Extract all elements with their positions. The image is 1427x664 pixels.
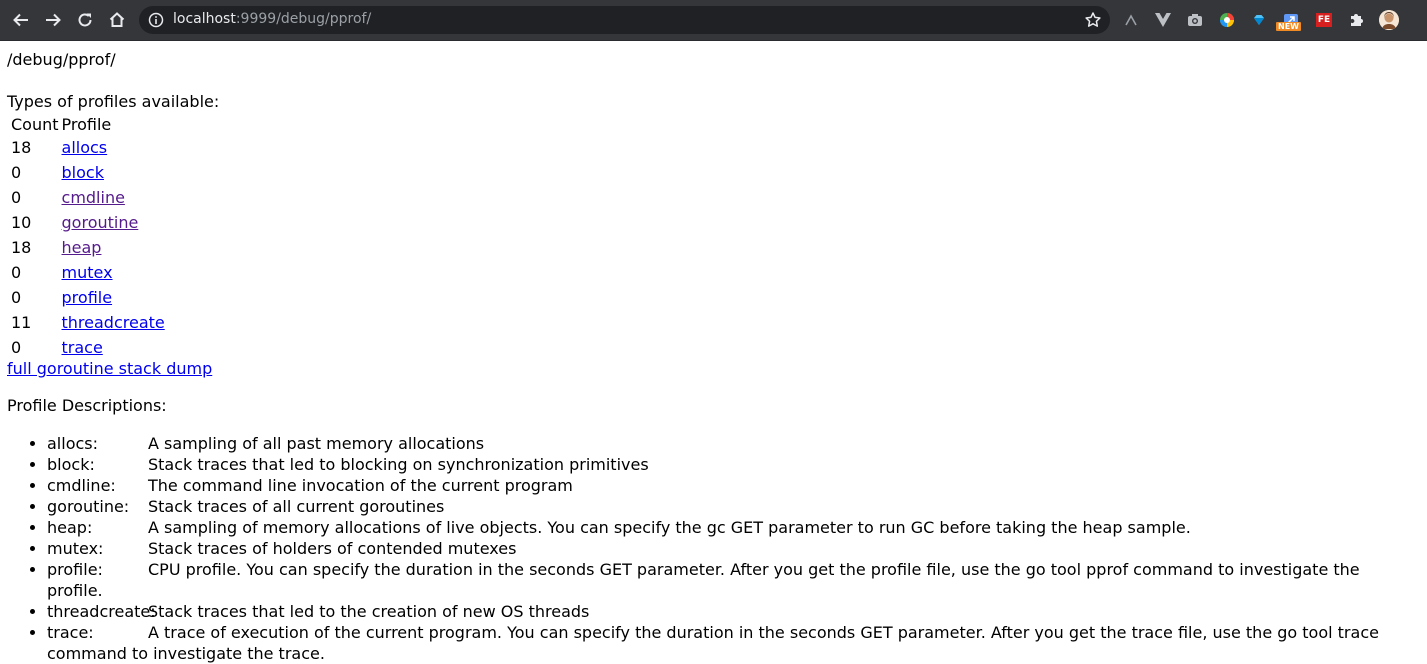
description-text: A trace of execution of the current prog… — [47, 623, 1379, 663]
color-wheel-icon — [1220, 13, 1234, 27]
description-key: goroutine: — [47, 497, 130, 516]
list-item: threadcreate:Stack traces that led to th… — [47, 601, 1420, 622]
description-key: threadcreate: — [47, 602, 156, 621]
url-path: :9999/debug/pprof/ — [235, 11, 372, 27]
description-key: cmdline: — [47, 476, 116, 495]
description-text: Stack traces that led to blocking on syn… — [148, 455, 649, 474]
list-item: allocs: A sampling of all past memory all… — [47, 433, 1420, 454]
url-host: localhost — [173, 11, 236, 27]
list-item: heap: A sampling of memory allocations of… — [47, 517, 1420, 538]
table-row: 18 allocs — [10, 137, 165, 162]
description-text: CPU profile. You can specify the duratio… — [47, 560, 1360, 600]
url-text: localhost:9999/debug/pprof/ — [173, 11, 371, 27]
list-item: cmdline: The command line invocation of t… — [47, 475, 1420, 496]
table-row: 0 block — [10, 162, 165, 187]
info-icon[interactable] — [148, 12, 164, 28]
descriptions-list: allocs: A sampling of all past memory all… — [7, 433, 1420, 664]
description-text: A sampling of all past memory allocation… — [148, 434, 485, 453]
table-row: 10 goroutine — [10, 212, 165, 237]
count-cell: 10 — [11, 213, 32, 232]
descriptions-heading: Profile Descriptions: — [7, 396, 167, 415]
profile-link-heap[interactable]: heap — [62, 238, 102, 257]
description-text: Stack traces of holders of contended mut… — [148, 539, 517, 558]
profile-link-profile[interactable]: profile — [62, 288, 113, 307]
profile-avatar-button[interactable] — [1378, 9, 1400, 31]
puzzle-icon — [1351, 14, 1363, 26]
table-row: 0 mutex — [10, 262, 165, 287]
fe-helper-icon: FE — [1316, 13, 1332, 27]
extension-diamond-button[interactable] — [1250, 11, 1268, 29]
extensions-menu-button[interactable] — [1347, 11, 1365, 29]
profile-link-mutex[interactable]: mutex — [62, 263, 113, 282]
list-item: mutex: Stack traces of holders of contend… — [47, 538, 1420, 559]
reload-button[interactable] — [73, 8, 97, 32]
count-cell: 0 — [11, 263, 22, 282]
count-cell: 0 — [11, 188, 22, 207]
extension-screenshot-button[interactable] — [1186, 11, 1204, 29]
profile-link-allocs[interactable]: allocs — [62, 138, 108, 157]
description-key: trace: — [47, 623, 94, 642]
description-text: Stack traces of all current goroutines — [148, 497, 445, 516]
description-key: profile: — [47, 560, 103, 579]
description-text: The command line invocation of the curre… — [148, 476, 573, 495]
bookmark-star-icon[interactable] — [1084, 11, 1102, 29]
description-text: Stack traces that led to the creation of… — [148, 602, 590, 621]
table-row: 18 heap — [10, 237, 165, 262]
address-bar[interactable]: localhost:9999/debug/pprof/ — [139, 6, 1110, 34]
back-button[interactable] — [9, 8, 33, 32]
table-header-row: Count Profile — [10, 114, 165, 137]
profile-link-threadcreate[interactable]: threadcreate — [62, 313, 165, 332]
reload-icon — [78, 13, 92, 27]
table-row: 0 profile — [10, 287, 165, 312]
extension-vue-button[interactable] — [1154, 11, 1172, 29]
camera-icon — [1188, 14, 1202, 26]
count-cell: 18 — [11, 238, 32, 257]
full-goroutine-dump-link[interactable]: full goroutine stack dump — [7, 358, 1420, 379]
profiles-table: Count Profile 18 allocs 0 block 0 cmdlin… — [8, 114, 167, 362]
list-item: block: Stack traces that led to blocking … — [47, 454, 1420, 475]
count-cell: 0 — [11, 288, 22, 307]
description-key: mutex: — [47, 539, 104, 558]
profile-link-trace[interactable]: trace — [62, 338, 103, 357]
profile-link-cmdline[interactable]: cmdline — [62, 188, 125, 207]
home-icon — [109, 12, 125, 27]
column-header-count: Count — [11, 115, 59, 134]
description-key: block: — [47, 455, 95, 474]
column-header-profile: Profile — [61, 115, 112, 134]
count-cell: 18 — [11, 138, 32, 157]
diamond-icon — [1254, 15, 1264, 25]
avatar — [1379, 10, 1399, 30]
page-content: /debug/pprof/ Types of profiles availabl… — [0, 41, 1427, 664]
home-button[interactable] — [105, 8, 129, 32]
profile-link-block[interactable]: block — [62, 163, 104, 182]
list-item: trace:A trace of execution of the curren… — [47, 622, 1420, 664]
list-item: goroutine: Stack traces of all current go… — [47, 496, 1420, 517]
browser-toolbar: localhost:9999/debug/pprof/ NEW FE — [0, 0, 1427, 41]
count-cell: 11 — [11, 313, 32, 332]
description-key: allocs: — [47, 434, 99, 453]
types-heading: Types of profiles available: — [7, 92, 220, 111]
table-row: 0 cmdline — [10, 187, 165, 212]
extension-new-button[interactable]: NEW — [1276, 11, 1301, 31]
extension-colorpicker-button[interactable] — [1218, 11, 1236, 29]
user-avatar-icon — [1379, 10, 1399, 30]
arrow-left-icon — [13, 13, 28, 27]
extension-translate-button[interactable] — [1122, 11, 1140, 29]
extension-fe-button[interactable]: FE — [1315, 11, 1333, 29]
description-key: heap: — [47, 518, 93, 537]
page-title: /debug/pprof/ — [7, 50, 116, 69]
translate-icon — [1125, 14, 1137, 26]
forward-button[interactable] — [41, 8, 65, 32]
description-text: A sampling of memory allocations of live… — [148, 518, 1191, 537]
count-cell: 0 — [11, 163, 22, 182]
arrow-right-icon — [46, 13, 61, 27]
list-item: profile:CPU profile. You can specify the… — [47, 559, 1420, 601]
table-row: 11 threadcreate — [10, 312, 165, 337]
profile-link-goroutine[interactable]: goroutine — [62, 213, 139, 232]
vue-devtools-icon — [1155, 13, 1171, 27]
new-badge: NEW — [1276, 22, 1301, 31]
